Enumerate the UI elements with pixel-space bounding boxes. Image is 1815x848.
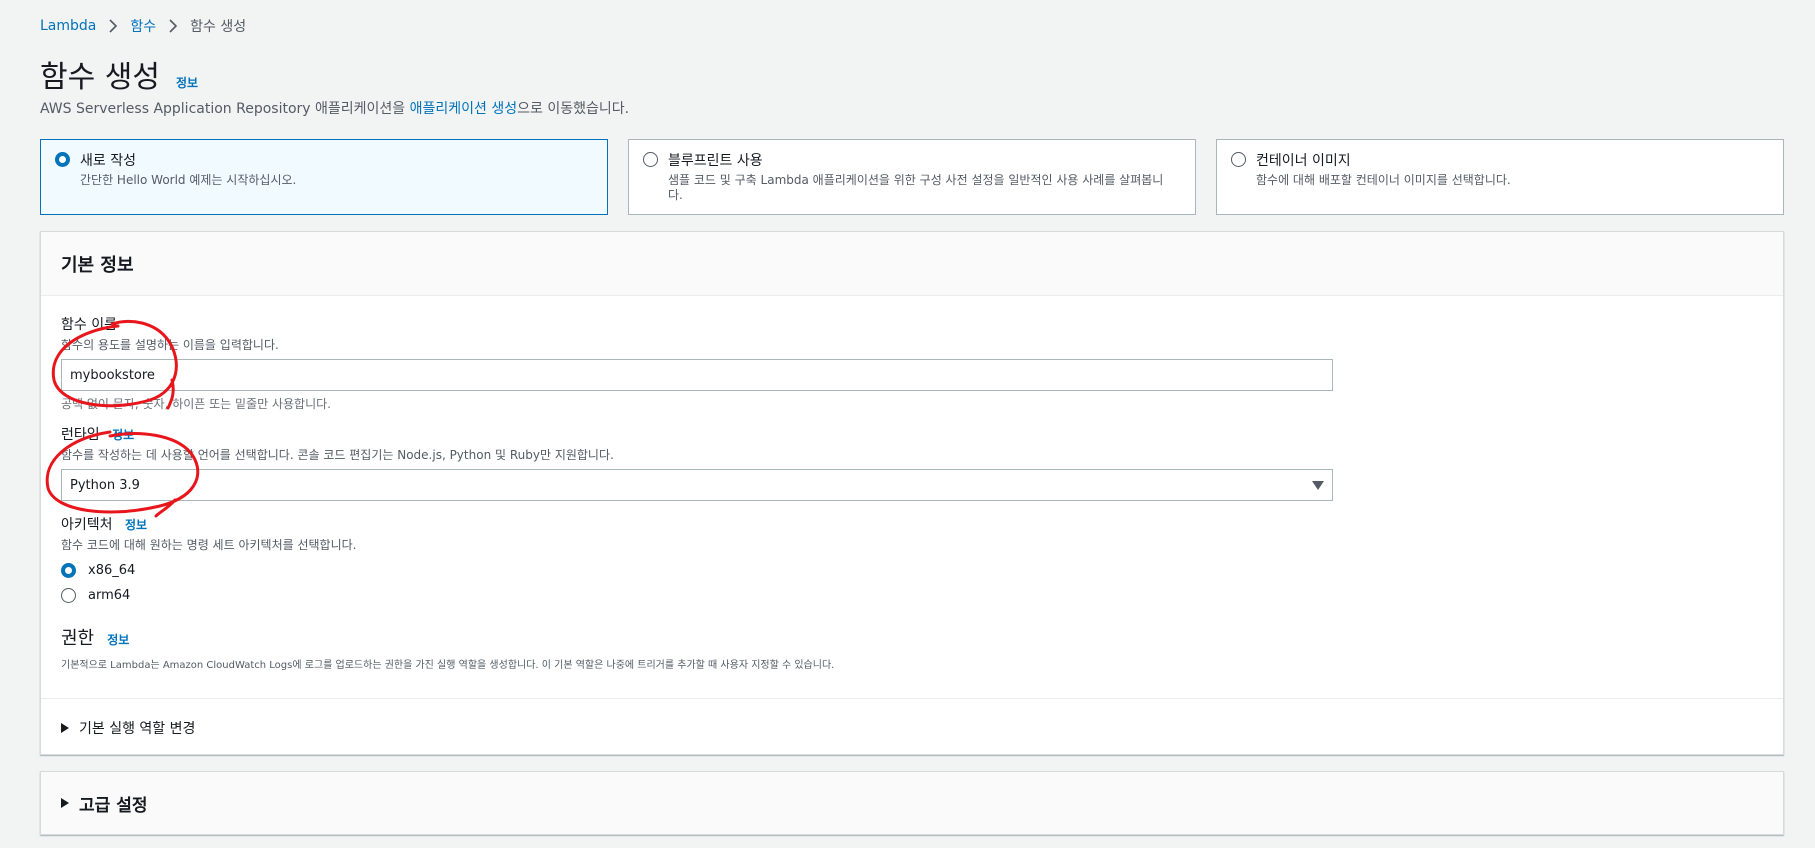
runtime-desc: 함수를 작성하는 데 사용할 언어를 선택합니다. 콘솔 코드 편집기는 Nod…	[61, 448, 614, 462]
caret-right-icon	[61, 798, 69, 808]
page-subtitle: AWS Serverless Application Repository 애플…	[40, 98, 629, 118]
permissions-desc: 기본적으로 Lambda는 Amazon CloudWatch Logs에 로그…	[61, 660, 835, 671]
architecture-info-link[interactable]: 정보	[125, 518, 147, 532]
advanced-settings-title: 고급 설정	[79, 795, 148, 816]
creation-options: 새로 작성 간단한 Hello World 예제는 시작하십시오. 블루프린트 …	[40, 139, 1784, 215]
advanced-settings-panel[interactable]: 고급 설정	[40, 771, 1784, 835]
runtime-label: 런타임 정보	[61, 424, 1333, 444]
architecture-label-text: 아키텍처	[61, 517, 113, 533]
permissions-info-link[interactable]: 정보	[107, 633, 129, 647]
create-application-link[interactable]: 애플리케이션 생성	[410, 101, 518, 117]
radio-unselected-icon[interactable]	[61, 588, 76, 603]
option-desc: 샘플 코드 및 구축 Lambda 애플리케이션을 위한 구성 사전 설정을 일…	[668, 173, 1164, 202]
chevron-right-icon	[108, 19, 118, 33]
permissions-title-row: 권한 정보	[61, 624, 834, 650]
caret-right-icon	[61, 723, 69, 733]
option-text: 새로 작성 간단한 Hello World 예제는 시작하십시오.	[80, 150, 590, 188]
title-row: 함수 생성 정보	[40, 52, 198, 96]
runtime-select[interactable]: Python 3.9	[61, 469, 1333, 501]
runtime-label-text: 런타임	[61, 427, 100, 443]
breadcrumb: Lambda 함수 함수 생성	[40, 16, 246, 36]
title-info-link[interactable]: 정보	[176, 74, 198, 91]
option-desc: 함수에 대해 배포할 컨테이너 이미지를 선택합니다.	[1256, 173, 1511, 187]
basic-info-header: 기본 정보	[41, 232, 1783, 296]
option-desc: 간단한 Hello World 예제는 시작하십시오.	[80, 173, 297, 187]
architecture-option-label: arm64	[88, 588, 131, 603]
change-execution-role-label: 기본 실행 역할 변경	[79, 721, 196, 737]
radio-selected-icon[interactable]	[61, 563, 76, 578]
lambda-create-function-page: Lambda 함수 함수 생성 함수 생성 정보 AWS Serverless …	[0, 0, 1815, 848]
option-use-blueprint[interactable]: 블루프린트 사용 샘플 코드 및 구축 Lambda 애플리케이션을 위한 구성…	[628, 139, 1196, 215]
divider	[41, 698, 1783, 699]
option-title: 컨테이너 이미지	[1256, 153, 1351, 169]
radio-unselected-icon[interactable]	[1231, 152, 1246, 167]
architecture-option-label: x86_64	[88, 563, 136, 578]
breadcrumb-functions[interactable]: 함수	[130, 16, 156, 36]
breadcrumb-current: 함수 생성	[190, 19, 247, 35]
runtime-field: 런타임 정보 함수를 작성하는 데 사용할 언어를 선택합니다. 콘솔 코드 편…	[61, 424, 1333, 501]
architecture-label: 아키텍처 정보	[61, 514, 356, 534]
option-text: 컨테이너 이미지 함수에 대해 배포할 컨테이너 이미지를 선택합니다.	[1256, 150, 1766, 188]
subtitle-suffix: 으로 이동했습니다.	[517, 101, 630, 117]
function-name-label: 함수 이름	[61, 317, 117, 333]
permissions-title: 권한	[61, 628, 95, 649]
architecture-option-x86[interactable]: x86_64	[61, 563, 356, 578]
function-name-input[interactable]	[61, 359, 1333, 391]
subtitle-prefix: AWS Serverless Application Repository 애플…	[40, 101, 410, 117]
option-title: 새로 작성	[80, 153, 136, 169]
architecture-field: 아키텍처 정보 함수 코드에 대해 원하는 명령 세트 아키텍처를 선택합니다.…	[61, 514, 356, 603]
permissions-section: 권한 정보 기본적으로 Lambda는 Amazon CloudWatch Lo…	[61, 624, 834, 671]
caret-down-icon	[1312, 480, 1324, 490]
option-container-image[interactable]: 컨테이너 이미지 함수에 대해 배포할 컨테이너 이미지를 선택합니다.	[1216, 139, 1784, 215]
architecture-option-arm64[interactable]: arm64	[61, 588, 356, 603]
chevron-right-icon	[168, 19, 178, 33]
radio-unselected-icon[interactable]	[643, 152, 658, 167]
option-text: 블루프린트 사용 샘플 코드 및 구축 Lambda 애플리케이션을 위한 구성…	[668, 150, 1178, 203]
architecture-desc: 함수 코드에 대해 원하는 명령 세트 아키텍처를 선택합니다.	[61, 538, 357, 552]
function-name-field: 함수 이름 함수의 용도를 설명하는 이름을 입력합니다. 공백 없이 문자, …	[61, 314, 1333, 412]
function-name-constraint: 공백 없이 문자, 숫자, 하이픈 또는 밑줄만 사용합니다.	[61, 397, 331, 411]
runtime-info-link[interactable]: 정보	[112, 428, 134, 442]
runtime-selected-value: Python 3.9	[70, 477, 140, 493]
radio-selected-icon[interactable]	[55, 152, 70, 167]
breadcrumb-lambda[interactable]: Lambda	[40, 18, 96, 34]
basic-info-panel: 기본 정보 함수 이름 함수의 용도를 설명하는 이름을 입력합니다. 공백 없…	[40, 231, 1784, 755]
page-title: 함수 생성	[40, 60, 160, 95]
option-title: 블루프린트 사용	[668, 153, 763, 169]
function-name-desc: 함수의 용도를 설명하는 이름을 입력합니다.	[61, 338, 279, 352]
option-author-from-scratch[interactable]: 새로 작성 간단한 Hello World 예제는 시작하십시오.	[40, 139, 608, 215]
change-execution-role-expander[interactable]: 기본 실행 역할 변경	[61, 718, 195, 738]
